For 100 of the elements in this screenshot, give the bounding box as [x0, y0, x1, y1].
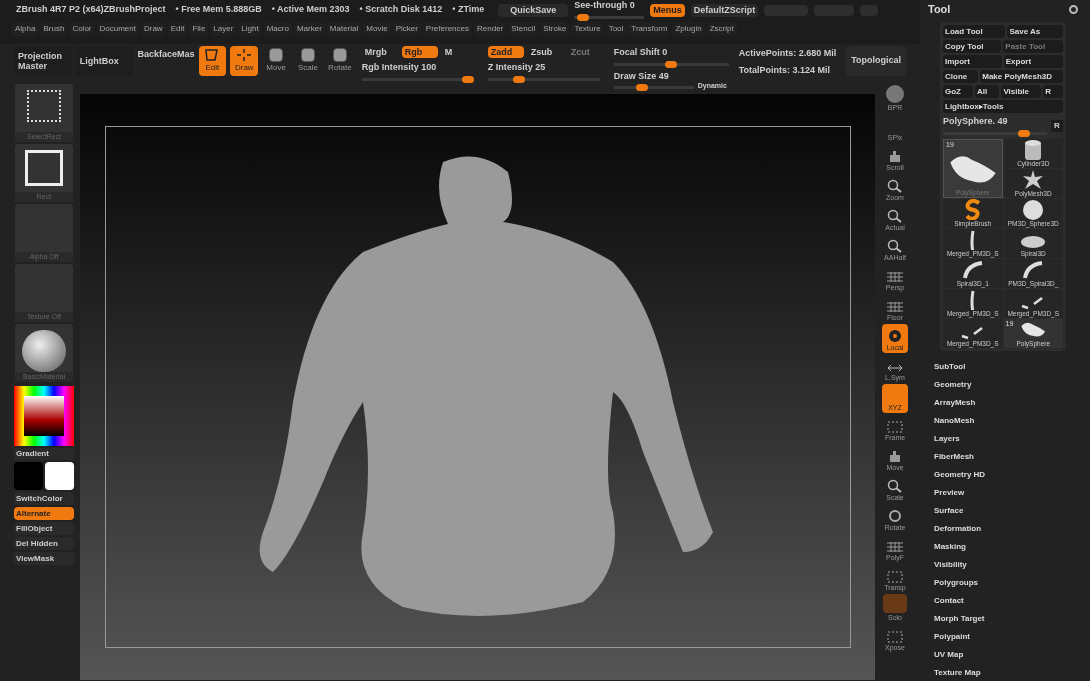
slider-thumb[interactable]	[577, 13, 590, 21]
subpalette-header[interactable]: Geometry	[934, 378, 1084, 392]
toolbar-button[interactable]: LightBox	[75, 46, 134, 76]
z-mode-button[interactable]: Zadd	[487, 46, 524, 58]
subpalette-header[interactable]: ArrayMesh	[934, 396, 1084, 410]
script-button[interactable]: DefaultZScript	[690, 3, 759, 17]
shelf-button[interactable]: Del Hidden	[14, 537, 74, 550]
tool-button[interactable]: Lightbox▸Tools	[943, 100, 1063, 113]
tool-button[interactable]: R	[1043, 85, 1063, 98]
tool-button[interactable]: Export	[1003, 55, 1063, 68]
menu-item[interactable]: Picker	[392, 22, 421, 36]
menus-button[interactable]: Menus	[650, 3, 685, 17]
subpalette-header[interactable]: Deformation	[934, 522, 1084, 536]
subpalette-header[interactable]: Surface	[934, 504, 1084, 518]
subpalette-header[interactable]: Polygroups	[934, 576, 1084, 590]
tool-button[interactable]: Load Tool	[943, 25, 1006, 38]
hand-icon	[887, 448, 903, 463]
tool-button[interactable]: Copy Tool	[943, 40, 1002, 53]
subpalette-header[interactable]: NanoMesh	[934, 414, 1084, 428]
s-brush-thumbnail	[963, 198, 982, 220]
slider-track[interactable]	[361, 75, 474, 83]
subpalette-header[interactable]: Geometry HD	[934, 468, 1084, 482]
grid-icon	[886, 300, 904, 313]
subpalette-header[interactable]: Morph Target	[934, 612, 1084, 626]
tool-button[interactable]: Import	[943, 55, 1002, 68]
shelf-button[interactable]: SwitchColor	[14, 492, 74, 505]
menu-item[interactable]: Alpha	[12, 22, 39, 36]
secondary-color-swatch[interactable]	[45, 462, 74, 490]
tool-button[interactable]: Make PolyMesh3D	[980, 70, 1063, 83]
local-icon	[887, 328, 903, 343]
tool-button[interactable]: Save As	[1007, 25, 1063, 38]
slider-track[interactable]	[574, 13, 645, 21]
menu-item[interactable]: Edit	[167, 22, 188, 36]
menu-item[interactable]: Marker	[293, 22, 325, 36]
subpalette-header[interactable]: FiberMesh	[934, 450, 1084, 464]
menu-item[interactable]: File	[189, 22, 209, 36]
slider-thumb[interactable]	[1018, 129, 1031, 137]
menu-item[interactable]: Stroke	[540, 22, 570, 36]
shelf-button[interactable]: ViewMask	[14, 552, 74, 565]
quicksave-button[interactable]: QuickSave	[498, 3, 569, 17]
subpalette-header[interactable]: Preview	[934, 486, 1084, 500]
subpalette-header[interactable]: Visibility	[934, 558, 1084, 572]
subpalette-header[interactable]: Layers	[934, 432, 1084, 446]
topological-button[interactable]: Topological	[846, 46, 906, 76]
tool-button[interactable]: Clone	[943, 70, 979, 83]
menu-item[interactable]: Macro	[263, 22, 292, 36]
menu-item[interactable]: Tool	[605, 22, 627, 36]
slider-thumb[interactable]	[461, 75, 474, 83]
mode-button[interactable]: Scale	[294, 46, 322, 76]
menu-item[interactable]: Document	[96, 22, 139, 36]
menu-item[interactable]: Light	[238, 22, 262, 36]
color-picker[interactable]	[14, 386, 74, 446]
status-text: • Free Mem 5.888GB	[175, 3, 262, 17]
status-text: • Active Mem 2303	[271, 3, 350, 17]
shelf-button[interactable]: FillObject	[14, 522, 74, 535]
mode-button[interactable]: Edit	[198, 46, 227, 76]
subpalette-header[interactable]: Contact	[934, 594, 1084, 608]
main-color-swatch[interactable]	[14, 462, 43, 490]
mode-button[interactable]: Draw	[230, 46, 259, 76]
subpalette-header[interactable]: Texture Map	[934, 666, 1084, 680]
slider-track[interactable]	[943, 129, 1047, 137]
mode-button[interactable]: Rotate	[325, 46, 354, 76]
subpalette-header[interactable]: Masking	[934, 540, 1084, 554]
gradient-label[interactable]: Gradient	[14, 448, 74, 460]
tool-button[interactable]: All	[975, 85, 1000, 98]
menu-item[interactable]: Material	[326, 22, 362, 36]
menu-item[interactable]: Movie	[363, 22, 391, 36]
menu-item[interactable]: Render	[474, 22, 507, 36]
menu-item[interactable]: Texture	[571, 22, 604, 36]
menu-item[interactable]: Draw	[140, 22, 166, 36]
slider-thumb[interactable]	[636, 84, 649, 91]
subpalette-header[interactable]: UV Map	[934, 648, 1084, 662]
tool-button[interactable]: GoZ	[943, 85, 974, 98]
slider-thumb[interactable]	[665, 60, 678, 68]
subpalette-header[interactable]: Polypaint	[934, 630, 1084, 644]
color-mode-button[interactable]: Mrgb	[361, 46, 398, 58]
color-mode-button[interactable]: Rgb	[401, 46, 438, 58]
backface-label[interactable]: BackfaceMas	[137, 46, 195, 62]
menu-item[interactable]: Color	[69, 22, 95, 36]
z-mode-button[interactable]: Zsub	[527, 46, 564, 58]
magnifier-icon	[887, 478, 903, 493]
menu-item[interactable]: Brush	[40, 22, 68, 36]
menu-item[interactable]: Zscript	[706, 22, 737, 36]
menu-item[interactable]: Preferences	[422, 22, 472, 36]
menu-item[interactable]: Transform	[628, 22, 671, 36]
mode-button[interactable]: Move	[262, 46, 291, 76]
subpalette-header[interactable]: SubTool	[934, 360, 1084, 374]
tool-button[interactable]: Visible	[1001, 85, 1042, 98]
shelf-button[interactable]: Alternate	[14, 507, 74, 520]
canvas-viewport[interactable]	[80, 94, 875, 680]
menu-item[interactable]: Zplugin	[672, 22, 705, 36]
toolbar-button[interactable]: Projection Master	[14, 46, 72, 76]
reset-icon[interactable]	[1069, 4, 1078, 14]
slider-label: Z Intensity 25	[487, 61, 547, 74]
menu-item[interactable]: Stencil	[508, 22, 539, 36]
reset-button[interactable]: R	[1051, 119, 1063, 132]
magnifier-icon	[887, 178, 903, 193]
color-mode-button[interactable]: M	[441, 46, 478, 58]
menu-item[interactable]: Layer	[210, 22, 237, 36]
slider-thumb[interactable]	[512, 75, 525, 83]
